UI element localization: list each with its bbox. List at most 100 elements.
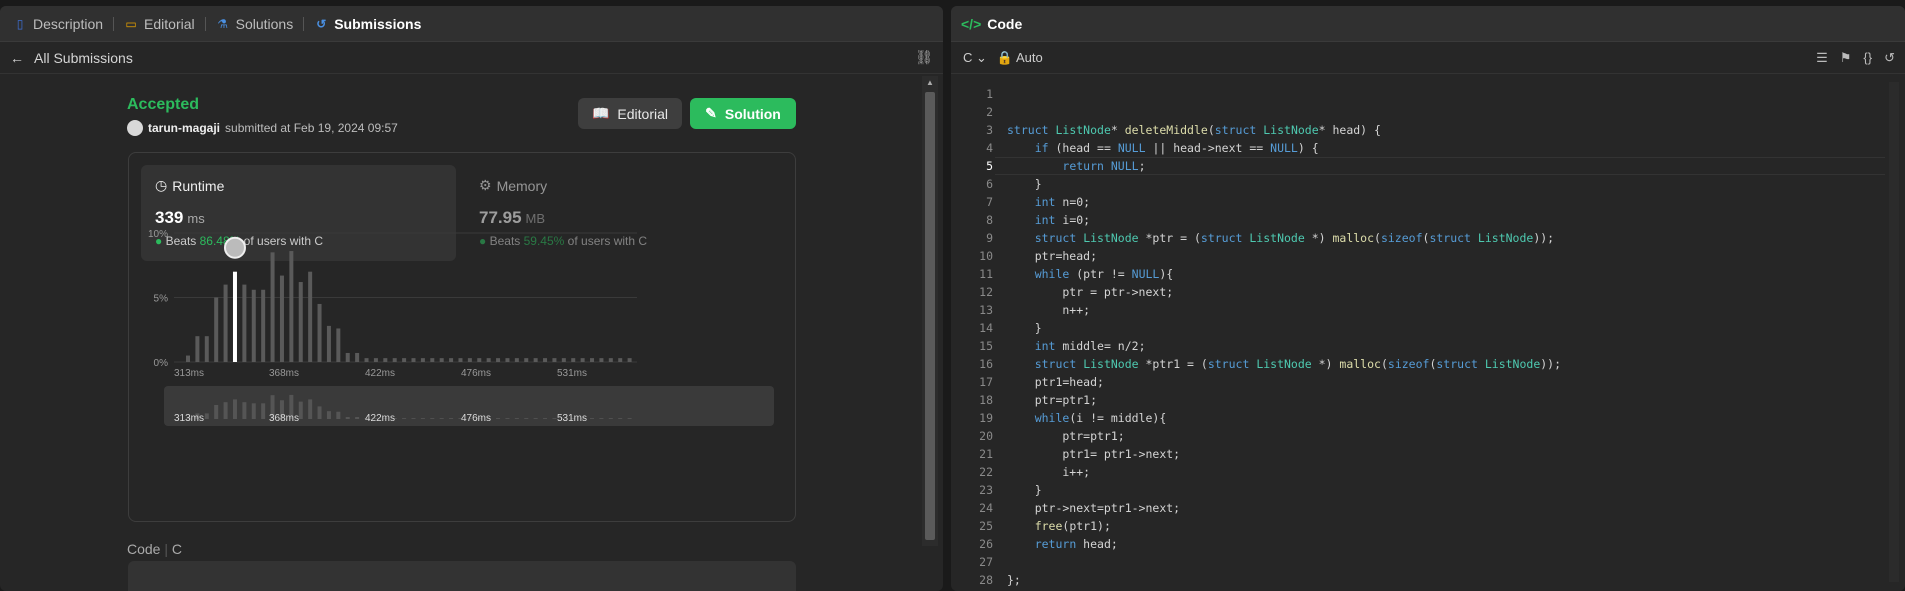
auto-mode[interactable]: 🔒 Auto bbox=[997, 50, 1043, 66]
y-tick-label: 10% bbox=[148, 229, 168, 240]
language-select[interactable]: C ⌄ bbox=[963, 50, 987, 66]
chart-bar bbox=[505, 358, 510, 362]
book-open-icon: 📖 bbox=[591, 105, 610, 121]
format-icon[interactable]: ☰ bbox=[1816, 50, 1828, 66]
line-number: 6 bbox=[986, 177, 993, 191]
arrow-left-icon[interactable]: ← bbox=[10, 50, 24, 66]
minimap-bar bbox=[599, 418, 604, 419]
code-line[interactable]: n++; bbox=[1007, 303, 1090, 317]
tab-solutions[interactable]: ⚗ Solutions bbox=[211, 16, 299, 32]
lock-icon: 🔒 bbox=[996, 49, 1014, 65]
editor-scrollbar[interactable] bbox=[1889, 82, 1899, 582]
tab-editorial[interactable]: ▭ Editorial bbox=[119, 16, 200, 32]
code-line[interactable]: ptr=head; bbox=[1007, 249, 1097, 263]
line-number: 7 bbox=[986, 195, 993, 209]
chart-bar bbox=[561, 358, 566, 362]
code-line[interactable]: int middle= n/2; bbox=[1007, 339, 1146, 353]
chart-bar bbox=[326, 325, 331, 362]
avatar bbox=[127, 120, 143, 136]
code-line[interactable]: int n=0; bbox=[1007, 195, 1090, 209]
minimap-bar bbox=[627, 418, 632, 419]
bookmark-icon[interactable]: ⚑ bbox=[1840, 50, 1852, 66]
code-line[interactable]: ptr->next=ptr1->next; bbox=[1007, 501, 1180, 515]
code-line[interactable]: while (ptr != NULL){ bbox=[1007, 267, 1174, 281]
chart-bar bbox=[439, 358, 444, 362]
tab-description[interactable]: ▯ Description bbox=[8, 16, 108, 32]
chart-bar bbox=[599, 358, 604, 362]
editorial-button[interactable]: 📖 Editorial bbox=[578, 98, 682, 129]
code-line[interactable]: i++; bbox=[1007, 465, 1090, 479]
chart-bar bbox=[533, 358, 538, 362]
minimap-tick-label: 531ms bbox=[557, 413, 587, 424]
code-line[interactable]: } bbox=[1007, 321, 1042, 335]
minimap-bar bbox=[439, 418, 444, 419]
minimap-bar bbox=[261, 403, 266, 419]
code-editor[interactable]: 1 2 3 struct ListNode* deleteMiddle(struct … bbox=[951, 82, 1905, 591]
code-line[interactable]: struct ListNode *ptr = (struct ListNode … bbox=[1007, 231, 1554, 245]
minimap-tick-label: 368ms bbox=[269, 413, 299, 424]
code-panel: </> Code C ⌄ 🔒 Auto ☰ ⚑ {} ↺ 1 2 3 struct Li… bbox=[951, 6, 1905, 591]
chart-bar bbox=[364, 358, 369, 362]
code-line[interactable]: } bbox=[1007, 483, 1042, 497]
minimap-tick-label: 422ms bbox=[365, 413, 395, 424]
username[interactable]: tarun-magaji bbox=[148, 121, 220, 135]
code-line[interactable]: ptr = ptr->next; bbox=[1007, 285, 1173, 299]
line-number: 2 bbox=[986, 105, 993, 119]
chart-bar bbox=[317, 303, 322, 362]
minimap-bar bbox=[308, 399, 313, 419]
line-number: 8 bbox=[986, 213, 993, 227]
chart-bar bbox=[308, 271, 313, 362]
line-number: 5 bbox=[986, 159, 993, 173]
chart-bar bbox=[336, 328, 341, 362]
chart-bar bbox=[608, 358, 613, 362]
line-number: 19 bbox=[979, 411, 993, 425]
x-tick-label: 531ms bbox=[557, 368, 587, 379]
minimap-bar bbox=[355, 417, 360, 419]
scroll-up-icon[interactable]: ▲ bbox=[925, 78, 935, 87]
scrollbar-thumb[interactable] bbox=[925, 92, 935, 540]
performance-card: ◷ Runtime 339 ms ● Beats 86.48% of users w… bbox=[128, 152, 796, 522]
line-number: 3 bbox=[986, 123, 993, 137]
code-section-label: Code | C bbox=[127, 541, 183, 557]
line-number: 11 bbox=[979, 267, 993, 281]
minimap-bar bbox=[496, 418, 501, 419]
chart-bar bbox=[430, 358, 435, 362]
code-line[interactable]: } bbox=[1007, 177, 1042, 191]
all-submissions-link[interactable]: All Submissions bbox=[34, 50, 133, 66]
tab-submissions[interactable]: ↺ Submissions bbox=[309, 16, 426, 32]
chart-bar bbox=[514, 358, 519, 362]
minimap-bar bbox=[608, 418, 613, 419]
reset-icon[interactable]: ↺ bbox=[1884, 50, 1895, 66]
left-scrollbar[interactable]: ▲ bbox=[922, 76, 938, 546]
x-tick-label: 476ms bbox=[461, 368, 491, 379]
code-line[interactable]: ptr1=head; bbox=[1007, 375, 1104, 389]
chart-bar bbox=[261, 289, 266, 362]
history-icon: ↺ bbox=[316, 16, 327, 31]
braces-icon[interactable]: {} bbox=[1863, 50, 1872, 66]
line-number: 17 bbox=[979, 375, 993, 389]
solution-button[interactable]: ✎ Solution bbox=[690, 98, 796, 129]
code-line[interactable]: while(i != middle){ bbox=[1007, 411, 1167, 425]
chart-bar bbox=[411, 358, 416, 362]
avatar bbox=[223, 236, 246, 259]
runtime-distribution-chart[interactable]: 10% 5% 0% 313ms 313ms 368ms 368ms 422ms 422ms 476… bbox=[129, 153, 797, 523]
minimap-bar bbox=[251, 403, 256, 419]
code-line[interactable]: ptr1= ptr1->next; bbox=[1007, 447, 1180, 461]
code-line[interactable]: return NULL; bbox=[1007, 159, 1145, 173]
minimap-bar bbox=[326, 411, 331, 419]
code-line[interactable]: free(ptr1); bbox=[1007, 519, 1111, 533]
book-icon: ▭ bbox=[125, 16, 137, 31]
code-line[interactable]: struct ListNode *ptr1 = (struct ListNode… bbox=[1007, 357, 1561, 371]
tab-separator bbox=[303, 16, 305, 31]
code-line[interactable]: ptr=ptr1; bbox=[1007, 429, 1124, 443]
chart-bar bbox=[467, 358, 472, 362]
code-line[interactable]: if (head == NULL || head->next == NULL) … bbox=[1007, 141, 1319, 155]
code-line[interactable]: ptr=ptr1; bbox=[1007, 393, 1097, 407]
chart-bar bbox=[232, 271, 237, 362]
submission-meta: tarun-magaji submitted at Feb 19, 2024 0… bbox=[127, 120, 398, 136]
code-line[interactable]: struct ListNode* deleteMiddle(struct Lis… bbox=[1007, 123, 1381, 137]
link-icon[interactable]: ⛓ bbox=[915, 49, 933, 66]
code-line[interactable]: int i=0; bbox=[1007, 213, 1090, 227]
code-line[interactable]: return head; bbox=[1007, 537, 1118, 551]
chart-bar bbox=[195, 336, 200, 362]
